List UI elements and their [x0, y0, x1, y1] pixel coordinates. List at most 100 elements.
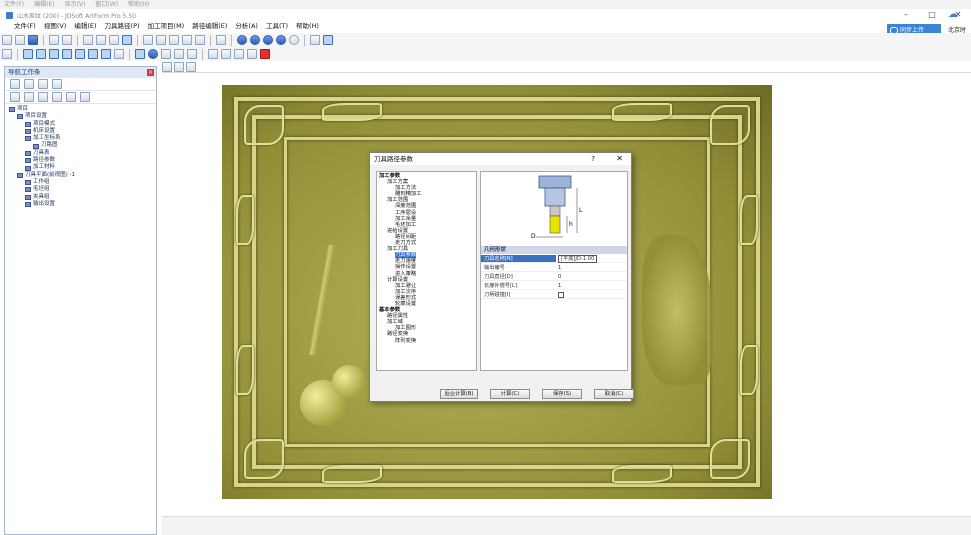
menu-edit[interactable]: 编辑(E)	[74, 21, 96, 32]
property-row-tool-name[interactable]: 刀具名称[N] [平底]JD-1.00	[481, 255, 627, 263]
cut-icon[interactable]	[83, 35, 93, 45]
perp-tool-icon[interactable]	[101, 49, 111, 59]
tree-item[interactable]: 工作组	[9, 179, 156, 186]
tree-item[interactable]: 加工材料	[9, 164, 156, 171]
undo-icon[interactable]	[49, 35, 59, 45]
panel-add-icon[interactable]	[10, 92, 20, 102]
move-icon[interactable]	[234, 49, 244, 59]
delete-icon[interactable]	[260, 49, 270, 59]
property-row-length-comp[interactable]: 长度补偿号[L] 1	[481, 282, 627, 290]
holder-collision-checkbox[interactable]	[558, 292, 564, 298]
tree-item[interactable]: 路径参数	[9, 157, 156, 164]
line-tool-icon[interactable]	[36, 49, 46, 59]
maximize-icon[interactable]: □	[919, 9, 945, 21]
mirror-icon[interactable]	[221, 49, 231, 59]
save-icon[interactable]	[28, 35, 38, 45]
outer-menu-file[interactable]: 文件(F)	[4, 0, 24, 9]
tree-item[interactable]: 毛坯组	[9, 186, 156, 193]
vp-pan-icon[interactable]	[162, 62, 172, 72]
menu-view[interactable]: 视图(V)	[44, 21, 67, 32]
tree-item[interactable]: 机床设置	[9, 128, 156, 135]
menu-tools[interactable]: 工具(T)	[266, 21, 288, 32]
rotate-icon[interactable]	[247, 49, 257, 59]
close-icon[interactable]: ×	[147, 69, 154, 76]
redo-icon[interactable]	[62, 35, 72, 45]
menu-help[interactable]: 帮助(H)	[296, 21, 319, 32]
param-tree-item[interactable]: 阵列变换	[379, 338, 476, 344]
material-lib-icon[interactable]	[52, 79, 62, 89]
view-front-icon[interactable]	[156, 35, 166, 45]
view-3d-icon[interactable]	[143, 35, 153, 45]
light-icon[interactable]	[289, 35, 299, 45]
outer-menu-edit[interactable]: 编辑(E)	[34, 0, 54, 9]
tree-item[interactable]: 刀具平面(前视图) -1	[9, 172, 156, 179]
cancel-button[interactable]: 取消(C)	[594, 389, 634, 399]
tree-item[interactable]: 夹具组	[9, 194, 156, 201]
path-hide-icon[interactable]	[174, 49, 184, 59]
grid-snap-icon[interactable]	[135, 49, 145, 59]
machine-icon[interactable]	[24, 79, 34, 89]
path-view-icon[interactable]	[161, 49, 171, 59]
path-show-icon[interactable]	[187, 49, 197, 59]
transform-icon[interactable]	[208, 49, 218, 59]
menu-toolpath[interactable]: 刀具路径(P)	[105, 21, 140, 32]
box-icon[interactable]	[310, 35, 320, 45]
menu-file[interactable]: 文件(F)	[14, 21, 36, 32]
tool-name-field[interactable]: [平底]JD-1.00	[558, 255, 598, 263]
tree-item[interactable]: 刀具表	[9, 150, 156, 157]
arc-tool-icon[interactable]	[49, 49, 59, 59]
shade-icon[interactable]	[237, 35, 247, 45]
render-icon[interactable]	[263, 35, 273, 45]
paste-icon[interactable]	[109, 35, 119, 45]
tree-item[interactable]: 项目设置	[9, 113, 156, 120]
panel-delete-icon[interactable]	[38, 92, 48, 102]
property-row-tool-diameter[interactable]: 刀具直径[D] 0	[481, 273, 627, 281]
tree-item[interactable]: 刀路图	[9, 142, 156, 149]
copy-icon[interactable]	[96, 35, 106, 45]
minimize-icon[interactable]: –	[893, 9, 919, 21]
vp-options-icon[interactable]	[186, 62, 196, 72]
background-compute-button[interactable]: 后台计算(B)	[440, 389, 478, 399]
view-iso-icon[interactable]	[195, 35, 205, 45]
menu-machining-project[interactable]: 加工项目(M)	[148, 21, 185, 32]
panel-up-icon[interactable]	[52, 92, 62, 102]
property-value[interactable]: 0	[556, 273, 627, 280]
project-icon[interactable]	[10, 79, 20, 89]
property-row-output-number[interactable]: 输出编号 1	[481, 264, 627, 272]
close-icon[interactable]: ✕	[945, 9, 971, 21]
tree-item[interactable]: 项目模式	[9, 121, 156, 128]
outer-menu-view[interactable]: 显示(V)	[65, 0, 86, 9]
property-value[interactable]: 1	[556, 264, 627, 271]
tangent-tool-icon[interactable]	[114, 49, 124, 59]
select-icon[interactable]	[122, 35, 132, 45]
compute-button[interactable]: 计算(C)	[490, 389, 530, 399]
view-side-icon[interactable]	[182, 35, 192, 45]
tree-item[interactable]: 加工坐标系	[9, 135, 156, 142]
outer-menu-help[interactable]: 帮助(H)	[128, 0, 149, 9]
panel-down-icon[interactable]	[66, 92, 76, 102]
save-button[interactable]: 保存(S)	[542, 389, 582, 399]
wire-icon[interactable]	[250, 35, 260, 45]
arrow-icon[interactable]	[2, 49, 12, 59]
eye-icon[interactable]	[148, 49, 158, 59]
panel-edit-icon[interactable]	[24, 92, 34, 102]
point-tool-icon[interactable]	[23, 49, 33, 59]
property-row-holder-collision[interactable]: 刀柄碰撞[I]	[481, 291, 627, 299]
tool-icon[interactable]	[38, 79, 48, 89]
material-icon[interactable]	[276, 35, 286, 45]
close-icon[interactable]: ✕	[616, 153, 623, 165]
center-tool-icon[interactable]	[88, 49, 98, 59]
cross-tool-icon[interactable]	[62, 49, 72, 59]
snap-icon[interactable]	[323, 35, 333, 45]
help-icon[interactable]: ?	[591, 153, 595, 165]
outer-menu-window[interactable]: 窗口(W)	[95, 0, 118, 9]
property-value[interactable]: 1	[556, 282, 627, 289]
vp-zoom-icon[interactable]	[174, 62, 184, 72]
open-file-icon[interactable]	[15, 35, 25, 45]
tree-item[interactable]: 输出设置	[9, 201, 156, 208]
circle-tool-icon[interactable]	[75, 49, 85, 59]
panel-info-icon[interactable]	[80, 92, 90, 102]
view-top-icon[interactable]	[169, 35, 179, 45]
new-file-icon[interactable]	[2, 35, 12, 45]
menu-path-edit[interactable]: 路径编辑(E)	[192, 21, 227, 32]
